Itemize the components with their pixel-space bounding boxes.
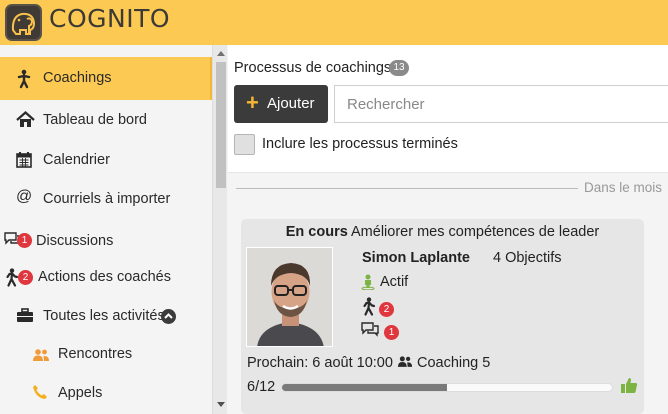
progress-label: 6/12 <box>247 379 276 395</box>
scroll-down-arrow-icon[interactable] <box>217 402 225 407</box>
sidebar-item-all-activities[interactable]: Toutes les activités <box>0 298 212 336</box>
app-header: COGNITO <box>0 0 668 45</box>
card-discussions-badge: 1 <box>384 325 399 340</box>
comments-icon[interactable] <box>361 322 379 341</box>
sidebar-item-label: Appels <box>58 385 103 401</box>
coaching-count-badge: 13 <box>389 60 409 76</box>
sidebar-item-label: Tableau de bord <box>43 112 147 128</box>
sidebar-item-label: Rencontres <box>58 346 133 362</box>
sidebar-item-coachings[interactable]: Coachings <box>0 57 212 100</box>
sidebar-item-discussions[interactable]: 1 Discussions <box>0 221 212 259</box>
at-sign-icon: @ <box>16 188 33 205</box>
scroll-up-arrow-icon[interactable] <box>217 51 225 56</box>
next-session: Prochain: 6 août 10:00 Coaching 5 <box>247 355 490 372</box>
elephant-logo-icon[interactable] <box>5 4 42 41</box>
main-content: Processus de coachings 13 + Ajouter Incl… <box>228 45 668 414</box>
card-actions-badge: 2 <box>379 302 394 317</box>
briefcase-icon <box>16 308 34 326</box>
status-active-icon <box>361 274 375 294</box>
chevron-up-icon[interactable] <box>161 309 176 324</box>
plus-icon: + <box>246 90 259 115</box>
section-divider <box>236 188 578 189</box>
sidebar-item-calls[interactable]: Appels <box>0 375 212 413</box>
app-name: COGNITO <box>49 4 171 33</box>
sidebar-item-calendar[interactable]: Calendrier <box>0 142 212 180</box>
coach-name[interactable]: Simon Laplante <box>362 250 470 266</box>
sidebar-item-label: Calendrier <box>43 152 110 168</box>
coach-photo[interactable] <box>246 247 333 347</box>
add-button-label: Ajouter <box>267 95 315 112</box>
objectives-count[interactable]: 4 Objectifs <box>493 250 562 266</box>
card-status: En cours <box>285 224 348 240</box>
progress-bar <box>281 383 613 392</box>
actions-count-badge: 2 <box>18 270 33 285</box>
sidebar-item-label: Coachings <box>43 70 112 86</box>
coaching-state: Actif <box>380 274 409 290</box>
add-button[interactable]: + Ajouter <box>234 85 328 123</box>
next-session-date: Prochain: 6 août 10:00 <box>247 355 393 371</box>
sidebar-item-label: Toutes les activités <box>43 308 165 324</box>
sidebar: Coachings Tableau de bord Calendrier @ C… <box>0 45 212 414</box>
discussions-count-badge: 1 <box>17 233 32 248</box>
walking-person-icon <box>16 69 34 89</box>
sidebar-item-label: Courriels à importer <box>43 191 171 207</box>
card-title: En cours Améliorer mes compétences de le… <box>241 224 644 240</box>
next-session-type: Coaching 5 <box>416 355 491 371</box>
sidebar-item-label: Discussions <box>36 233 114 249</box>
walking-person-icon[interactable] <box>362 297 376 320</box>
sidebar-item-dashboard[interactable]: Tableau de bord <box>0 102 212 140</box>
section-divider-label: Dans le mois <box>584 180 663 195</box>
card-goal: Améliorer mes compétences de leader <box>351 224 600 240</box>
phone-icon <box>32 384 50 402</box>
sidebar-item-emails[interactable]: @ Courriels à importer <box>0 181 212 219</box>
home-icon <box>16 111 35 129</box>
users-icon <box>32 347 50 365</box>
thumbs-up-icon[interactable] <box>620 377 638 398</box>
sidebar-item-label: Actions des coachés <box>38 269 171 285</box>
search-input[interactable] <box>334 85 668 123</box>
include-finished-label: Inclure les processus terminés <box>262 136 458 152</box>
sidebar-scrollbar[interactable] <box>212 45 227 414</box>
coaching-card[interactable]: En cours Améliorer mes compétences de le… <box>241 219 644 414</box>
sidebar-item-meetings[interactable]: Rencontres <box>0 336 212 374</box>
progress-bar-fill <box>282 384 447 391</box>
scrollbar-thumb[interactable] <box>216 62 226 188</box>
calendar-icon <box>16 151 34 169</box>
page-title: Processus de coachings <box>234 60 392 76</box>
include-finished-checkbox[interactable] <box>234 134 255 155</box>
sidebar-item-coachee-actions[interactable]: 2 Actions des coachés <box>0 259 212 297</box>
toolbar: Processus de coachings 13 + Ajouter Incl… <box>228 45 668 173</box>
users-icon <box>397 355 413 372</box>
